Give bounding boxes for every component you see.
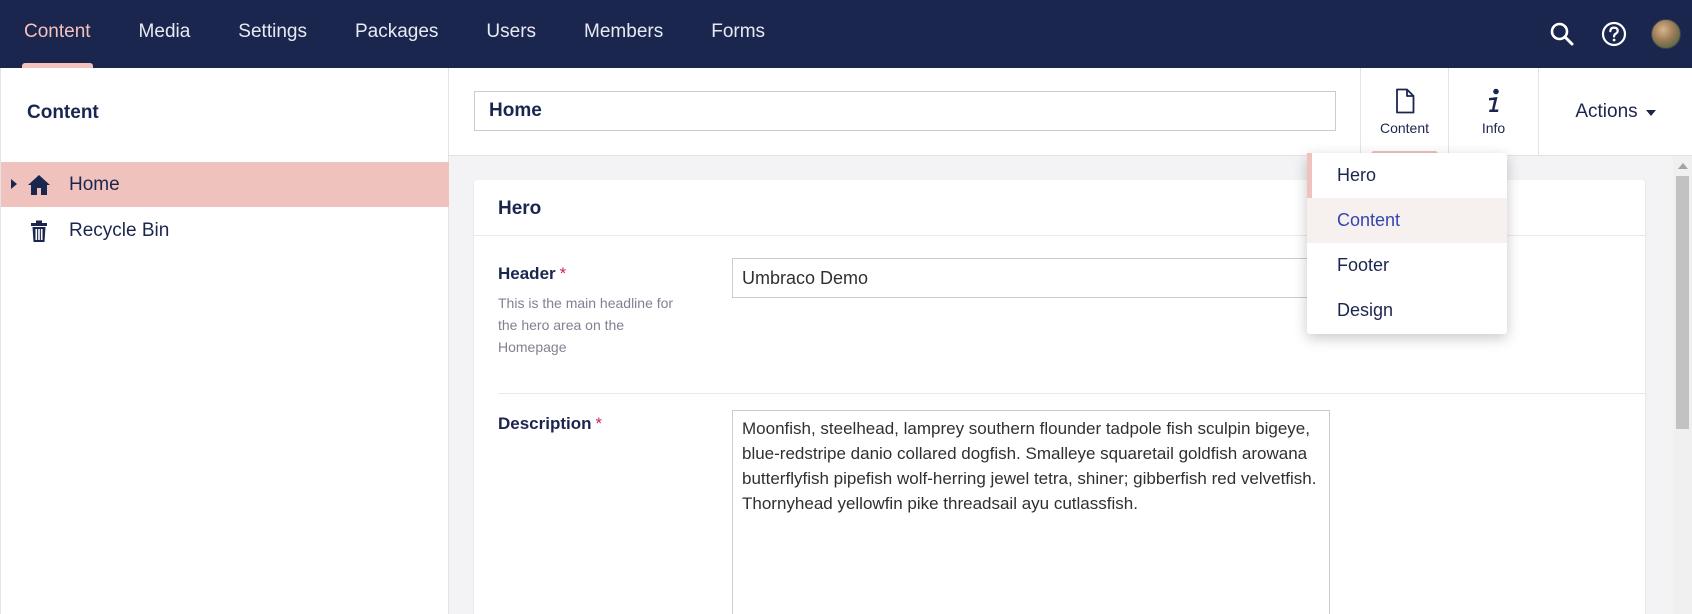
app-info-label: Info <box>1481 120 1506 136</box>
user-avatar-button[interactable] <box>1640 0 1692 68</box>
dropdown-item-design[interactable]: Design <box>1307 288 1507 333</box>
dropdown-item-footer[interactable]: Footer <box>1307 243 1507 288</box>
expand-arrow-icon[interactable] <box>11 179 17 189</box>
help-icon <box>1601 21 1627 47</box>
section-nav: Content Media Settings Packages Users Me… <box>0 0 789 68</box>
avatar <box>1651 19 1681 49</box>
description-textarea[interactable]: Moonfish, steelhead, lamprey southern fl… <box>732 410 1330 614</box>
tree-item-label: Recycle Bin <box>69 219 170 241</box>
scroll-thumb[interactable] <box>1676 176 1689 429</box>
search-button[interactable] <box>1536 0 1588 68</box>
header-property-description: This is the main headline for the hero a… <box>498 295 674 355</box>
header-property-label: Header * <box>498 264 566 284</box>
nav-media[interactable]: Media <box>115 0 215 68</box>
main-scrollbar[interactable] <box>1673 156 1692 614</box>
content-tree-sidebar: Content Home Recycle Bin <box>0 68 449 614</box>
group-title: Hero <box>498 198 542 219</box>
header-input[interactable] <box>732 258 1322 298</box>
search-icon <box>1550 22 1574 46</box>
header-label-text: Header <box>498 264 556 283</box>
dropdown-item-hero[interactable]: Hero <box>1307 153 1507 198</box>
nav-members[interactable]: Members <box>560 0 687 68</box>
tree-item-recycle-bin[interactable]: Recycle Bin <box>1 208 449 253</box>
tree-item-label: Home <box>69 173 120 195</box>
scroll-up-arrow-icon[interactable] <box>1678 163 1688 169</box>
required-marker: * <box>595 414 603 433</box>
trash-icon <box>31 220 47 242</box>
app-content-label: Content <box>1379 120 1430 136</box>
nav-users[interactable]: Users <box>462 0 560 68</box>
sidebar-title: Content <box>27 102 99 123</box>
group-navigation-dropdown: Hero Content Footer Design <box>1307 153 1507 334</box>
document-icon <box>1395 88 1414 114</box>
nav-packages[interactable]: Packages <box>331 0 462 68</box>
actions-label: Actions <box>1575 101 1638 122</box>
top-navigation-bar: Content Media Settings Packages Users Me… <box>0 0 1692 68</box>
caret-down-icon <box>1645 110 1656 116</box>
nav-settings[interactable]: Settings <box>214 0 331 68</box>
app-content-button[interactable]: Content <box>1360 68 1448 156</box>
required-marker: * <box>559 264 567 283</box>
tree-item-home[interactable]: Home <box>1 162 449 207</box>
top-icons <box>1536 0 1692 68</box>
description-label-text: Description <box>498 414 592 433</box>
nav-forms[interactable]: Forms <box>687 0 789 68</box>
editor-header: Content Info Actions <box>449 68 1692 156</box>
description-property-label: Description * <box>498 414 602 434</box>
node-name-input[interactable] <box>474 91 1336 131</box>
help-button[interactable] <box>1588 0 1640 68</box>
property-divider <box>498 393 1645 394</box>
home-icon <box>28 175 50 195</box>
info-icon <box>1488 88 1499 112</box>
app-info-button[interactable]: Info <box>1448 68 1538 156</box>
actions-dropdown-button[interactable]: Actions <box>1538 68 1692 156</box>
nav-content[interactable]: Content <box>0 0 115 68</box>
dropdown-item-content[interactable]: Content <box>1307 198 1507 243</box>
